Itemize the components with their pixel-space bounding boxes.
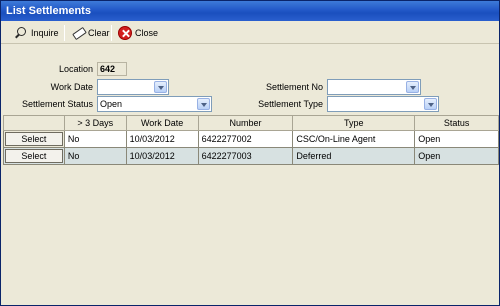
select-button[interactable]: Select <box>5 149 63 163</box>
chevron-down-icon[interactable] <box>424 98 437 110</box>
column-header-three-days[interactable]: > 3 Days <box>63 115 127 131</box>
select-cell: Select <box>3 130 65 148</box>
column-header-number[interactable]: Number <box>197 115 294 131</box>
location-label: Location <box>58 64 93 74</box>
settlement-status-label: Settlement Status <box>21 99 93 109</box>
work-date-label: Work Date <box>50 82 93 92</box>
clear-label: Clear <box>88 28 110 38</box>
toolbar: Inquire Clear Close <box>1 22 499 44</box>
inquire-label: Inquire <box>31 28 59 38</box>
select-button[interactable]: Select <box>5 132 63 146</box>
column-header-status[interactable]: Status <box>414 115 499 131</box>
toolbar-separator <box>64 25 65 41</box>
search-icon <box>14 26 28 40</box>
chevron-down-icon[interactable] <box>197 98 210 110</box>
settlement-no-combo[interactable] <box>327 79 421 95</box>
inquire-button[interactable]: Inquire <box>11 24 62 42</box>
table-row[interactable]: Select No 10/03/2012 6422277002 CSC/On-L… <box>3 130 499 148</box>
chevron-down-icon[interactable] <box>154 81 167 93</box>
column-header-type[interactable]: Type <box>292 115 416 131</box>
work-date-cell: 10/03/2012 <box>125 130 199 148</box>
clear-button[interactable]: Clear <box>68 24 113 42</box>
chevron-down-icon[interactable] <box>406 81 419 93</box>
table-row[interactable]: Select No 10/03/2012 6422277003 Deferred… <box>3 147 499 165</box>
type-cell: Deferred <box>292 147 416 165</box>
table-header-row: > 3 Days Work Date Number Type Status <box>3 115 499 131</box>
settlement-status-combo[interactable]: Open <box>97 96 212 112</box>
close-label: Close <box>135 28 159 38</box>
settlements-table: > 3 Days Work Date Number Type Status Se… <box>3 115 499 165</box>
location-field: 642 <box>97 62 127 76</box>
status-cell: Open <box>414 130 499 148</box>
work-date-combo[interactable] <box>97 79 169 95</box>
toolbar-separator <box>111 25 112 41</box>
eraser-icon <box>71 26 85 40</box>
settlement-type-label: Settlement Type <box>258 99 323 109</box>
three-days-cell: No <box>63 130 127 148</box>
column-header <box>3 115 65 131</box>
settlement-type-combo[interactable] <box>327 96 439 112</box>
number-cell: 6422277002 <box>197 130 294 148</box>
close-icon <box>118 26 132 40</box>
three-days-cell: No <box>63 147 127 165</box>
work-date-cell: 10/03/2012 <box>125 147 199 165</box>
column-header-work-date[interactable]: Work Date <box>125 115 199 131</box>
settlement-status-value: Open <box>100 99 123 109</box>
window-title: List Settlements <box>1 1 499 21</box>
type-cell: CSC/On-Line Agent <box>292 130 416 148</box>
select-cell: Select <box>3 147 65 165</box>
settlement-no-label: Settlement No <box>265 82 323 92</box>
number-cell: 6422277003 <box>197 147 294 165</box>
status-cell: Open <box>414 147 499 165</box>
close-button[interactable]: Close <box>115 24 161 42</box>
list-settlements-window: List Settlements Inquire Clear Close Loc… <box>0 0 500 306</box>
